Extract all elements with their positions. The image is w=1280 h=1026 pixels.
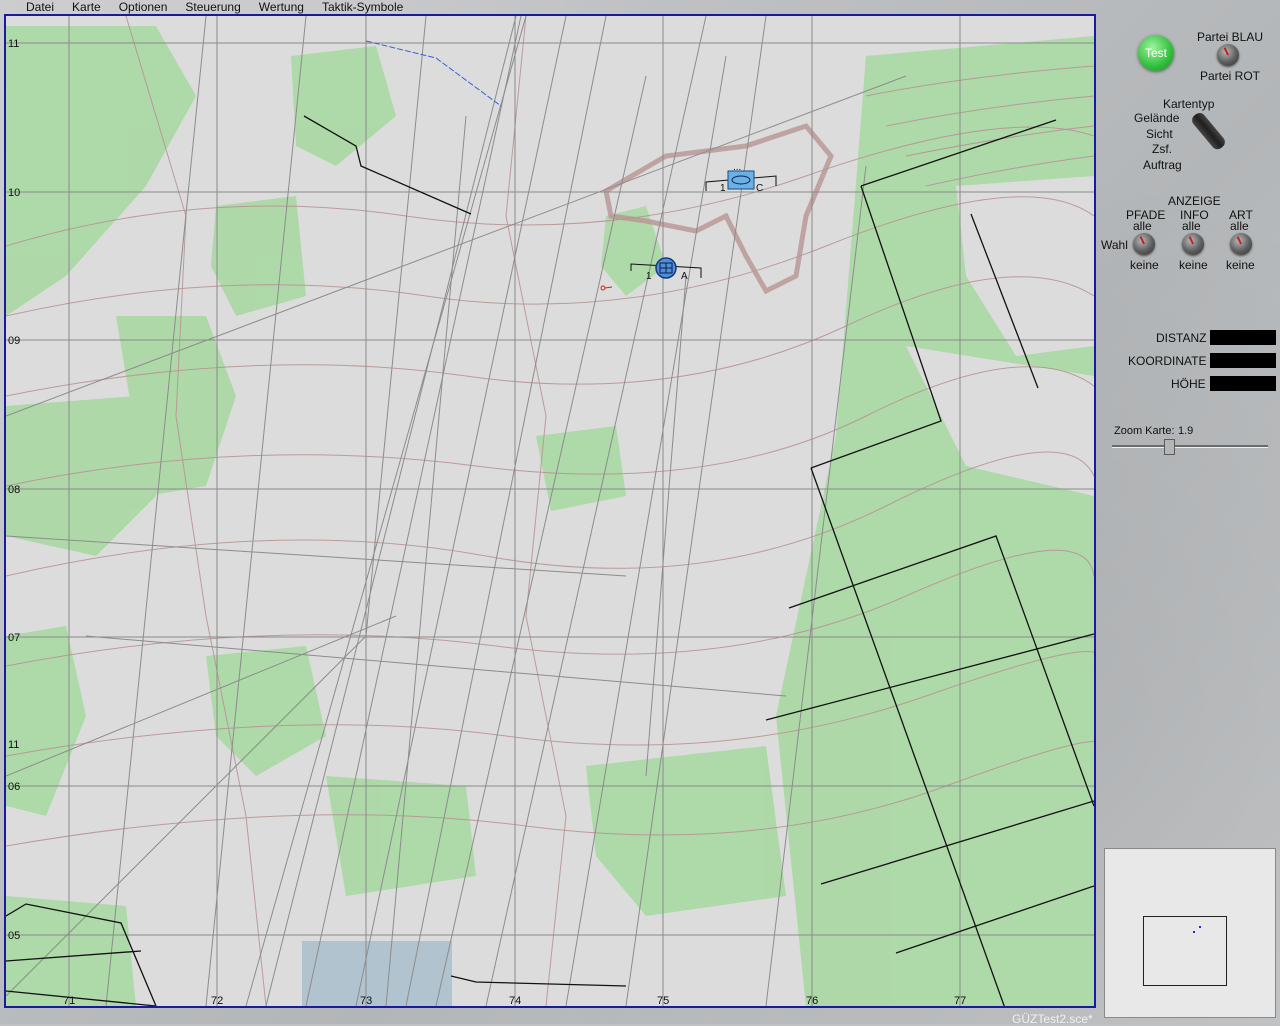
paths-all-label: alle	[1133, 219, 1152, 233]
menu-wertung[interactable]: Wertung	[247, 0, 310, 14]
party-red-label: Partei ROT	[1200, 69, 1261, 83]
info-none-label: keine	[1179, 258, 1208, 272]
menu-optionen[interactable]: Optionen	[107, 0, 174, 14]
distance-readout	[1210, 330, 1276, 345]
map-type-auftrag[interactable]: Auftrag	[1143, 158, 1182, 172]
test-button[interactable]: Test	[1138, 35, 1174, 71]
x-label-73: 73	[360, 995, 372, 1006]
zoom-value: 1.9	[1178, 425, 1194, 437]
map-type-zsf[interactable]: Zsf.	[1152, 142, 1172, 156]
y-label-edge: 11	[8, 739, 19, 751]
art-all-label: alle	[1230, 219, 1249, 233]
x-label-75: 75	[657, 995, 669, 1006]
paths-knob[interactable]	[1133, 233, 1155, 255]
art-none-label: keine	[1226, 258, 1255, 272]
tactical-map[interactable]: 1 A ... 1 C 71 72 73 74 75 76 77 11 10 0…	[4, 14, 1096, 1008]
y-label-07: 07	[8, 632, 20, 644]
overview-unit-dot	[1193, 931, 1195, 933]
overview-unit-dot	[1199, 926, 1201, 928]
x-label-76: 76	[806, 995, 818, 1006]
control-panel: Test Partei BLAU Partei ROT Kartentyp Ge…	[1100, 0, 1280, 1024]
menu-taktik-symbole[interactable]: Taktik-Symbole	[310, 0, 409, 14]
menu-karte[interactable]: Karte	[60, 0, 107, 14]
y-label-08: 08	[8, 484, 20, 496]
coordinate-label: KOORDINATE	[1128, 354, 1207, 368]
y-label-10: 10	[8, 187, 20, 199]
map-canvas[interactable]: 1 A ... 1 C 71 72 73 74 75 76 77 11 10 0…	[6, 16, 1094, 1006]
unit-a-right-label: A	[681, 271, 688, 282]
height-label: HÖHE	[1171, 377, 1206, 391]
menu-steuerung[interactable]: Steuerung	[173, 0, 246, 14]
map-type-gelaende[interactable]: Gelände	[1134, 111, 1179, 125]
map-type-title: Kartentyp	[1163, 97, 1215, 111]
menu-bar: Datei Karte Optionen Steuerung Wertung T…	[0, 0, 1100, 14]
unit-a-left-label: 1	[646, 271, 652, 282]
info-all-label: alle	[1182, 219, 1201, 233]
display-title: ANZEIGE	[1168, 194, 1221, 208]
overview-viewport-frame[interactable]	[1143, 916, 1227, 986]
art-knob[interactable]	[1230, 233, 1252, 255]
unit-c-right-label: C	[756, 183, 763, 194]
x-label-71: 71	[63, 995, 75, 1006]
unit-c-left-label: 1	[720, 183, 726, 194]
y-label-05: 05	[8, 930, 20, 942]
x-label-77: 77	[954, 995, 966, 1006]
distance-label: DISTANZ	[1156, 331, 1207, 345]
zoom-slider-thumb[interactable]	[1164, 439, 1175, 455]
coordinate-readout	[1210, 353, 1276, 368]
zoom-label: Zoom Karte:	[1114, 425, 1175, 437]
menu-datei[interactable]: Datei	[0, 0, 60, 14]
party-selector-knob[interactable]	[1217, 44, 1239, 66]
y-label-06: 06	[8, 781, 20, 793]
map-type-sicht[interactable]: Sicht	[1146, 127, 1173, 141]
unit-c-echelon: ...	[733, 162, 741, 173]
y-label-11: 11	[8, 38, 19, 50]
paths-none-label: keine	[1130, 258, 1159, 272]
wahl-label: Wahl	[1101, 238, 1128, 252]
built-up-area	[302, 941, 452, 1006]
x-label-72: 72	[211, 995, 223, 1006]
party-blue-label: Partei BLAU	[1197, 30, 1264, 44]
info-knob[interactable]	[1182, 233, 1204, 255]
height-readout	[1210, 376, 1276, 391]
y-label-09: 09	[8, 335, 20, 347]
x-label-74: 74	[509, 995, 521, 1006]
zoom-slider-track[interactable]	[1112, 445, 1268, 448]
map-type-lever[interactable]	[1189, 110, 1228, 152]
overview-map[interactable]	[1104, 848, 1276, 1018]
